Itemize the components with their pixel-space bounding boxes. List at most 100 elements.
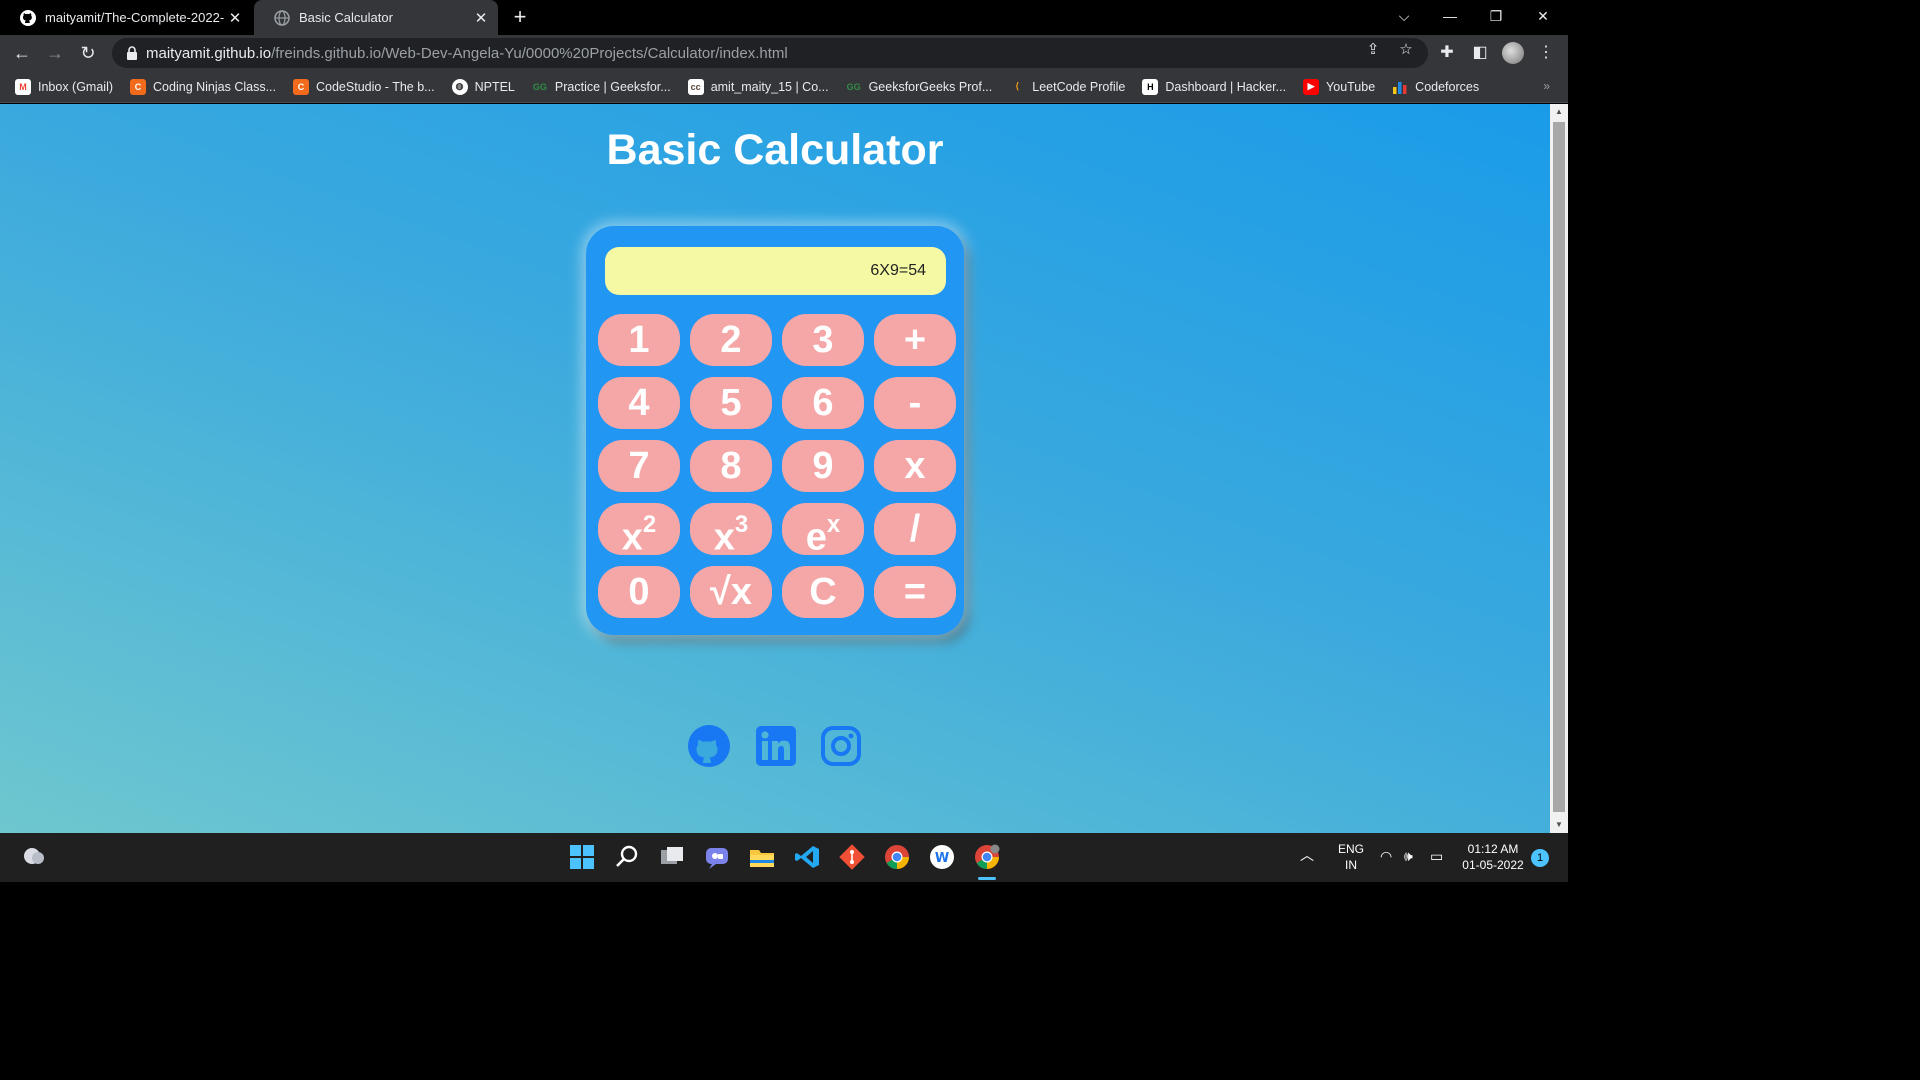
notification-badge[interactable]: 1 <box>1531 849 1549 867</box>
calc-key[interactable]: 2 <box>690 314 772 366</box>
profile-avatar[interactable] <box>1502 42 1524 64</box>
calc-key[interactable]: 5 <box>690 377 772 429</box>
windows-start-icon[interactable] <box>568 843 596 871</box>
weather-icon[interactable] <box>20 842 48 870</box>
wifi-icon[interactable]: ◠ <box>1380 848 1392 864</box>
instagram-icon[interactable] <box>820 725 862 767</box>
tab-basic-calculator[interactable]: Basic Calculator ✕ <box>254 0 498 35</box>
close-window-button[interactable]: ✕ <box>1520 0 1566 32</box>
chevron-up-icon[interactable]: ︿ <box>1300 847 1314 863</box>
bookmark-codeforces[interactable]: Codeforces <box>1392 79 1479 95</box>
language-label: ENG <box>1337 842 1364 856</box>
calc-key[interactable]: ex <box>782 503 864 559</box>
calc-key-label: = <box>903 571 927 613</box>
calc-key[interactable]: + <box>874 314 956 366</box>
scrollbar-thumb[interactable] <box>1553 122 1565 812</box>
menu-icon[interactable]: ⋮ <box>1534 41 1558 65</box>
tab-github[interactable]: maityamit/The-Complete-2022-W ✕ <box>0 0 252 35</box>
language-indicator[interactable]: ENG IN <box>1334 841 1368 873</box>
scroll-up-icon[interactable]: ▲ <box>1550 104 1568 120</box>
page-scrollbar[interactable]: ▲ ▼ <box>1550 104 1568 833</box>
tab-strip: maityamit/The-Complete-2022-W ✕ Basic Ca… <box>0 0 1568 35</box>
clock[interactable]: 01:12 AM 01-05-2022 <box>1458 841 1528 873</box>
lock-icon[interactable] <box>126 46 138 60</box>
bookmark-youtube[interactable]: ▶ YouTube <box>1303 78 1375 95</box>
bookmark-label: Coding Ninjas Class... <box>153 79 276 94</box>
close-tab-icon[interactable]: ✕ <box>470 9 492 27</box>
address-bar[interactable]: maityamit.github.io/freinds.github.io/We… <box>112 38 1428 68</box>
file-explorer-icon[interactable] <box>748 843 776 871</box>
calc-key[interactable]: 9 <box>782 440 864 492</box>
bookmark-coding-ninjas[interactable]: C Coding Ninjas Class... <box>130 78 276 95</box>
calc-key[interactable]: 0 <box>598 566 680 618</box>
bookmark-hackerrank[interactable]: H Dashboard | Hacker... <box>1142 78 1286 95</box>
scroll-down-icon[interactable]: ▼ <box>1550 817 1568 833</box>
calc-key-label: 6 <box>812 382 834 424</box>
calc-key[interactable]: x2 <box>598 503 680 559</box>
git-icon[interactable] <box>838 843 866 871</box>
back-icon[interactable]: ← <box>8 39 36 67</box>
volume-icon[interactable]: 🕪 <box>1404 848 1413 864</box>
bookmark-leetcode[interactable]: ⟨ LeetCode Profile <box>1009 79 1125 95</box>
page-content: Basic Calculator 6X9=54 1 2 3 +4 5 6-7 8 9 x x2 x3… <box>0 104 1550 833</box>
calc-key[interactable]: 4 <box>598 377 680 429</box>
app-icon[interactable]: W <box>928 843 956 871</box>
calc-key[interactable]: 7 <box>598 440 680 492</box>
reload-icon[interactable]: ↻ <box>74 39 102 67</box>
close-tab-icon[interactable]: ✕ <box>224 9 246 27</box>
extensions-icon[interactable]: ✚ <box>1435 41 1459 65</box>
bookmark-nptel[interactable]: ◍ NPTEL <box>451 78 515 95</box>
bookmark-gfg-practice[interactable]: GG Practice | Geeksfor... <box>532 79 671 95</box>
calc-key[interactable]: = <box>874 566 956 618</box>
bookmark-gfg-profile[interactable]: GG GeeksforGeeks Prof... <box>846 79 993 95</box>
calc-key-label: √x <box>710 571 752 613</box>
vscode-icon[interactable] <box>793 843 821 871</box>
calc-key-label: x <box>621 516 643 559</box>
chrome-profile-icon[interactable] <box>973 843 1001 871</box>
restore-button[interactable]: ❐ <box>1473 0 1519 32</box>
calc-key[interactable]: 1 <box>598 314 680 366</box>
calc-key[interactable]: / <box>874 503 956 555</box>
calc-key-label: 4 <box>628 382 650 424</box>
active-app-indicator <box>978 877 996 880</box>
calc-key[interactable]: - <box>874 377 956 429</box>
calc-key-label: 3 <box>812 319 834 361</box>
new-tab-button[interactable]: + <box>508 4 532 30</box>
calc-key-label: 7 <box>628 445 650 487</box>
side-panel-icon[interactable]: ◧ <box>1468 41 1492 65</box>
calc-key[interactable]: x3 <box>690 503 772 559</box>
calc-key[interactable]: C <box>782 566 864 618</box>
battery-icon[interactable]: ▭ <box>1430 848 1443 864</box>
codechef-icon: cc <box>687 78 704 95</box>
calc-key-label: - <box>908 382 922 424</box>
page-title: Basic Calculator <box>606 126 944 174</box>
calc-key[interactable]: 8 <box>690 440 772 492</box>
calc-key-superscript: 3 <box>734 511 749 538</box>
calc-key[interactable]: 6 <box>782 377 864 429</box>
coding-ninjas-icon: C <box>130 78 147 95</box>
calc-key[interactable]: √x <box>690 566 772 618</box>
bookmark-gmail[interactable]: M Inbox (Gmail) <box>15 78 113 95</box>
github-icon[interactable] <box>688 725 730 767</box>
tab-search-icon[interactable]: ⌵ <box>1381 0 1427 32</box>
search-icon[interactable] <box>613 843 641 871</box>
calc-key[interactable]: x <box>874 440 956 492</box>
bookmark-codestudio[interactable]: C CodeStudio - The b... <box>293 78 435 95</box>
forward-icon[interactable]: → <box>41 39 69 67</box>
calc-key-label: 9 <box>812 445 834 487</box>
bookmark-label: amit_maity_15 | Co... <box>710 79 829 94</box>
github-icon <box>20 9 36 26</box>
bookmark-codechef[interactable]: cc amit_maity_15 | Co... <box>687 78 829 95</box>
bookmark-star-icon[interactable]: ☆ <box>1395 39 1417 61</box>
task-view-icon[interactable] <box>658 843 686 871</box>
calc-key-superscript: 2 <box>642 511 657 538</box>
chrome-icon[interactable] <box>883 843 911 871</box>
minimize-button[interactable]: — <box>1427 0 1473 32</box>
linkedin-icon[interactable] <box>755 725 797 767</box>
tab-title: Basic Calculator <box>299 10 393 25</box>
teams-chat-icon[interactable] <box>703 843 731 871</box>
share-icon[interactable]: ⇪ <box>1362 39 1384 61</box>
url-path: /freinds.github.io/Web-Dev-Angela-Yu/000… <box>271 44 788 62</box>
bookmarks-overflow-button[interactable]: » <box>1543 79 1550 93</box>
calc-key[interactable]: 3 <box>782 314 864 366</box>
